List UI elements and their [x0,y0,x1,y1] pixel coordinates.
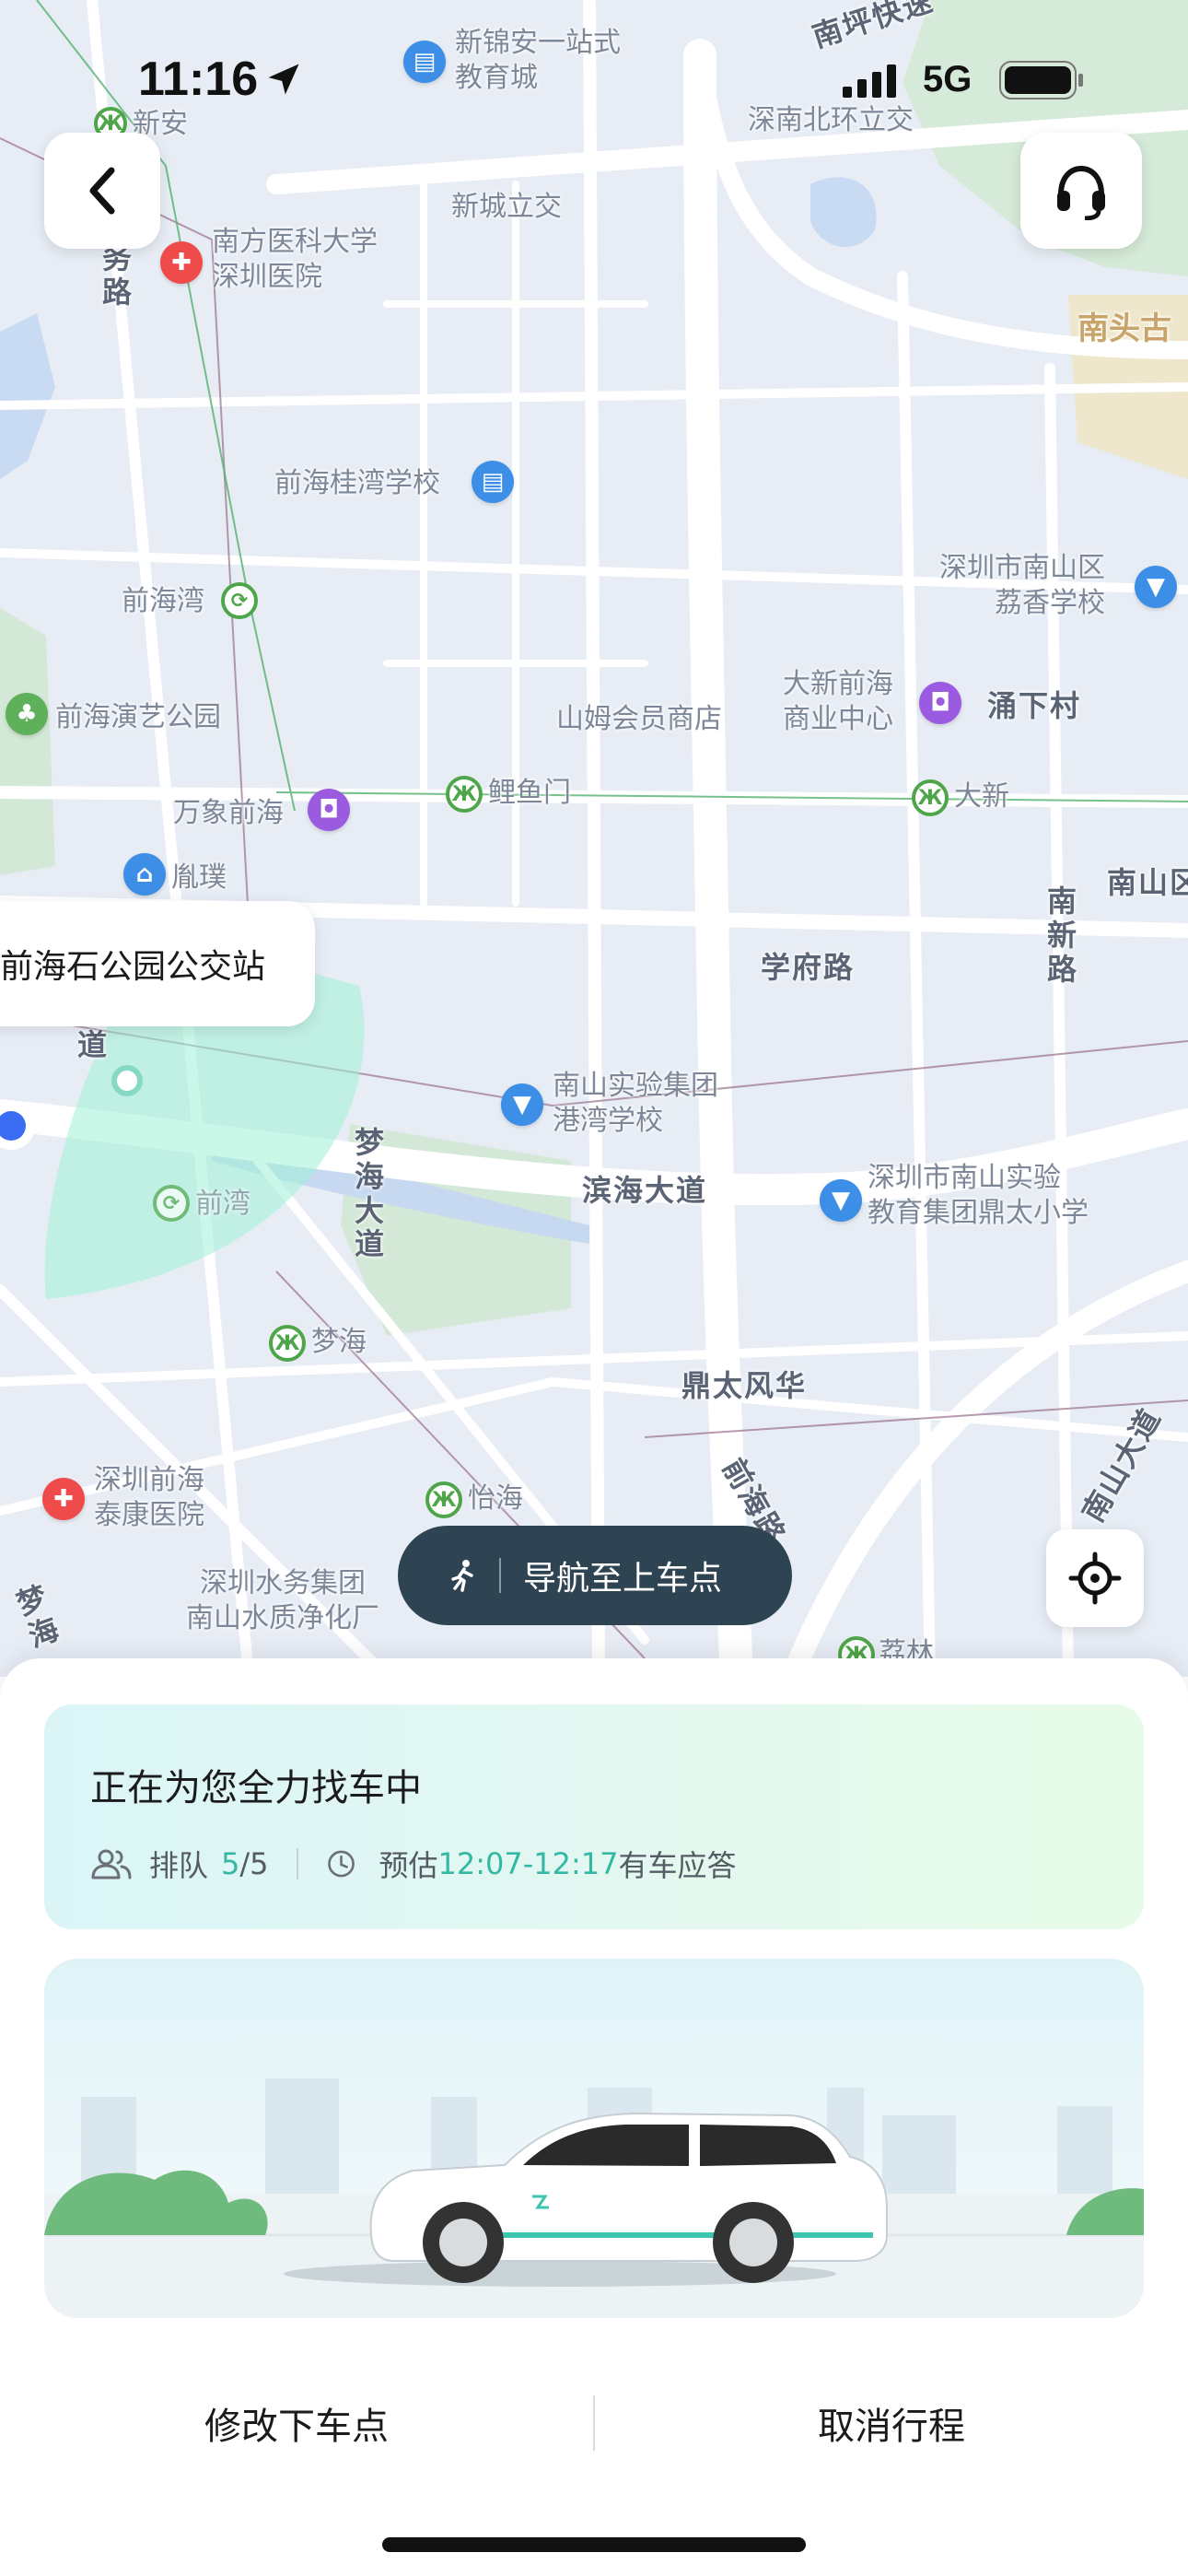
people-icon [91,1849,132,1879]
label-sams: 山姆会员商店 [556,703,722,735]
crosshair-icon [1068,1551,1122,1605]
shopping-pin-icon[interactable]: ◘ [919,682,961,724]
label-dingtai-school: 深圳市南山实验 教育集团鼎太小学 [868,1162,1089,1229]
location-arrow-icon [268,64,299,95]
label-menghai: 梦海 [311,1326,367,1358]
home-indicator[interactable] [382,2537,806,2552]
map-view[interactable]: ▤ 新锦安一站式 教育城 南坪快速 Ж 新安 深南北环立交 ✚ 南方医科大学 深圳医… [0,0,1188,1677]
park-pin-icon[interactable]: ♣ [6,693,48,735]
hospital-pin-icon[interactable]: ✚ [42,1478,85,1520]
sheet-actions: 修改下车点 取消行程 [0,2377,1188,2469]
label-nantou-ancient: 南头古 [1077,310,1171,347]
queue-label: 排队 [149,1848,209,1883]
car-illustration-card [44,1959,1144,2318]
customer-service-button[interactable] [1020,133,1142,249]
status-title: 正在为您全力找车中 [90,1767,422,1809]
label-qianhaiwan: 前海湾 [122,585,204,617]
school-pin-icon[interactable]: ▼ [1135,566,1177,608]
label-qianhai-park: 前海演艺公园 [55,701,221,733]
metro-qianwan-icon[interactable]: ⟳ [153,1185,190,1222]
label-wu-road: 务路 [101,240,134,310]
meta-divider [296,1848,298,1879]
chevron-left-icon [89,167,115,215]
eta-time: 12:07-12:17 [437,1846,619,1881]
metro-yihai-icon[interactable]: Ж [425,1481,462,1518]
label-yongxia: 涌下村 [987,688,1082,723]
school-pin-icon[interactable]: ▼ [820,1179,862,1222]
label-nanshan-shiyan-gangwan: 南山实验集团 港湾学校 [553,1070,718,1137]
label-nanshan-lizhi-school: 深圳市南山区 荔香学校 [939,552,1105,619]
label-guiwan-school: 前海桂湾学校 [274,467,440,499]
status-time: 11:16 [138,53,259,106]
shopping-pin-icon[interactable]: ◘ [308,789,350,831]
label-dao: 道 [77,1027,110,1062]
network-type: 5G [923,59,973,100]
bank-pin-icon[interactable]: ⌂ [123,853,166,896]
metro-daxin-icon[interactable]: Ж [912,779,949,816]
label-qianwan: 前湾 [195,1188,250,1220]
battery-icon [999,61,1083,100]
label-nanshan-cut: 南山区 [1107,865,1188,900]
back-button[interactable] [44,133,160,249]
pickup-stop-label: 前海石公园公交站 [0,948,266,986]
queue-position: 5 [221,1846,240,1881]
headset-icon [1057,165,1105,220]
label-xuefu-road: 学府路 [761,950,856,985]
school-pin-icon[interactable]: ▤ [472,461,514,503]
navigate-label: 导航至上车点 [523,1560,723,1598]
hospital-pin-icon[interactable]: ✚ [160,241,203,284]
label-xincheng-interchange: 新城立交 [451,191,562,223]
status-bar: 11:16 5G [0,0,1188,138]
metro-menghai-icon[interactable]: Ж [269,1325,306,1362]
queue-total: /5 [239,1846,269,1881]
label-daxin-center: 大新前海 商业中心 [783,668,893,735]
order-status-card: 正在为您全力找车中 排队 5 /5 预估 12:07-12:17 有车应答 [44,1704,1144,1929]
label-dingtai-fenghua: 鼎太风华 [681,1368,808,1403]
bottom-sheet: 正在为您全力找车中 排队 5 /5 预估 12:07-12:17 有车应答 修改… [0,1658,1188,2576]
metro-liyumen-icon[interactable]: Ж [446,776,483,813]
locate-me-button[interactable] [1046,1529,1144,1627]
modify-dropoff-button[interactable]: 修改下车点 [0,2396,593,2450]
label-wanxiang: 万象前海 [173,797,284,829]
nav-pill-divider [499,1558,501,1593]
label-rongpu: 胤璞 [171,861,227,894]
metro-qianhaiwan-icon[interactable]: ⟳ [221,582,258,619]
eta-prefix: 预估 [379,1848,438,1883]
school-pin-icon[interactable]: ▼ [501,1083,543,1126]
label-yihai: 怡海 [468,1482,523,1515]
robotaxi-illustration [44,2078,1144,2318]
eta-suffix: 有车应答 [618,1848,737,1883]
cellular-signal-icon [843,64,896,98]
pickup-stop-bubble[interactable]: 前海石公园公交站 [0,901,315,1026]
clock-icon [327,1850,355,1878]
label-daxin: 大新 [954,780,1009,813]
label-taikang-hospital: 深圳前海 泰康医院 [94,1464,204,1531]
walking-person-icon [451,1560,473,1592]
label-binhai-avenue: 滨海大道 [582,1173,708,1208]
label-nanxin-road: 南新路 [1046,884,1078,987]
cancel-trip-button[interactable]: 取消行程 [595,2396,1188,2450]
label-water-group: 深圳水务集团 南山水质净化厂 [186,1567,379,1634]
navigate-to-pickup-button[interactable]: 导航至上车点 [398,1526,792,1625]
status-meta: 排队 5 /5 预估 12:07-12:17 有车应答 [90,1843,737,1885]
label-menghai-avenue: 梦海大道 [354,1125,386,1262]
label-nanfang-hospital: 南方医科大学 深圳医院 [212,226,378,293]
label-liyumen: 鲤鱼门 [488,777,571,809]
